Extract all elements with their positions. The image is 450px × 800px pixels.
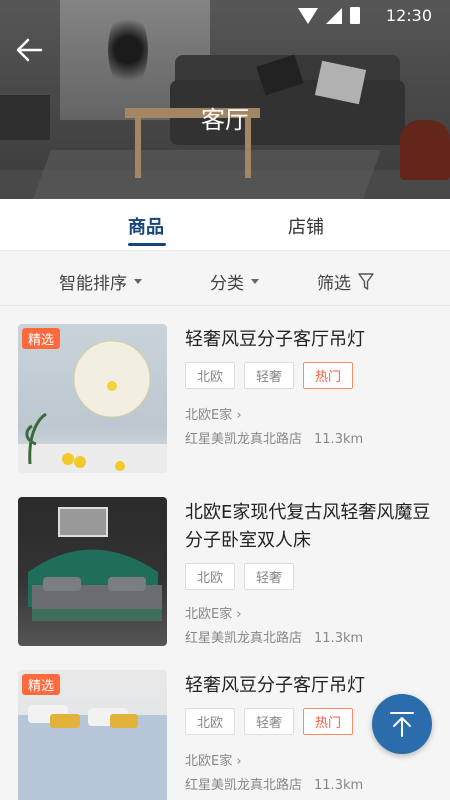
- hot-tag: 热门: [303, 362, 354, 389]
- address-text: 红星美凯龙真北路店: [185, 778, 303, 793]
- tag: 北欧: [185, 708, 236, 735]
- arrow-up-icon: [390, 712, 414, 737]
- store-name: 北欧E家: [185, 408, 233, 423]
- caret-down-icon: [251, 279, 259, 284]
- product-image[interactable]: [18, 497, 167, 646]
- product-card[interactable]: 精选 轻奢风豆分子客厅吊灯 北欧 轻奢 热门 北欧E家 › 红星美凯龙真北路店 1…: [0, 306, 450, 480]
- sort-dropdown[interactable]: 智能排序: [59, 269, 142, 294]
- sort-label: 智能排序: [59, 274, 127, 294]
- store-address: 红星美凯龙真北路店 11.3km: [185, 428, 363, 447]
- product-title[interactable]: 轻奢风豆分子客厅吊灯: [185, 326, 435, 354]
- tag-list: 北欧 轻奢 热门: [185, 708, 354, 735]
- featured-badge: 精选: [22, 674, 61, 695]
- signal-icon: [326, 7, 342, 24]
- tag: 轻奢: [244, 708, 295, 735]
- hero-banner: 12:30 客厅: [0, 0, 450, 199]
- page-title: 客厅: [201, 106, 249, 134]
- tag: 北欧: [185, 362, 236, 389]
- status-bar: 12:30: [0, 0, 450, 32]
- distance-text: 11.3km: [314, 631, 364, 646]
- tag-list: 北欧 轻奢: [185, 563, 295, 590]
- product-image[interactable]: 精选: [18, 670, 167, 800]
- store-link[interactable]: 北欧E家 ›: [185, 404, 242, 423]
- arrow-left-icon: [16, 38, 43, 62]
- back-button[interactable]: [14, 35, 48, 65]
- battery-icon: [350, 7, 360, 24]
- address-text: 红星美凯龙真北路店: [185, 432, 303, 447]
- tag-list: 北欧 轻奢 热门: [185, 362, 354, 389]
- wifi-icon: [298, 7, 318, 24]
- caret-down-icon: [134, 279, 142, 284]
- store-address: 红星美凯龙真北路店 11.3km: [185, 774, 363, 793]
- distance-text: 11.3km: [314, 778, 364, 793]
- status-time: 12:30: [385, 6, 432, 25]
- hot-tag: 热门: [303, 708, 354, 735]
- chevron-right-icon: ›: [236, 607, 242, 622]
- tag: 轻奢: [244, 563, 295, 590]
- distance-text: 11.3km: [314, 432, 364, 447]
- tab-bar: 商品 店铺: [0, 199, 450, 251]
- store-link[interactable]: 北欧E家 ›: [185, 603, 242, 622]
- address-text: 红星美凯龙真北路店: [185, 631, 303, 646]
- product-card[interactable]: 北欧E家现代复古风轻奢风魔豆分子卧室双人床 北欧 轻奢 北欧E家 › 红星美凯龙…: [0, 479, 450, 653]
- category-label: 分类: [210, 274, 244, 294]
- product-image[interactable]: 精选: [18, 324, 167, 473]
- store-link[interactable]: 北欧E家 ›: [185, 750, 242, 769]
- tab-stores[interactable]: 店铺: [288, 213, 324, 239]
- filter-button[interactable]: 筛选: [317, 269, 374, 294]
- store-name: 北欧E家: [185, 754, 233, 769]
- tab-products[interactable]: 商品: [128, 213, 164, 239]
- store-name: 北欧E家: [185, 607, 233, 622]
- filter-label: 筛选: [317, 274, 351, 294]
- funnel-icon: [358, 272, 374, 290]
- chevron-right-icon: ›: [236, 754, 242, 769]
- chevron-right-icon: ›: [236, 408, 242, 423]
- featured-badge: 精选: [22, 328, 61, 349]
- tag: 轻奢: [244, 362, 295, 389]
- tag: 北欧: [185, 563, 236, 590]
- category-dropdown[interactable]: 分类: [210, 269, 259, 294]
- filter-bar: 智能排序 分类 筛选: [0, 252, 450, 306]
- product-title[interactable]: 北欧E家现代复古风轻奢风魔豆分子卧室双人床: [185, 499, 435, 555]
- store-address: 红星美凯龙真北路店 11.3km: [185, 627, 363, 646]
- bed-image: [28, 507, 162, 621]
- tab-indicator: [128, 243, 166, 246]
- back-to-top-button[interactable]: [372, 694, 432, 754]
